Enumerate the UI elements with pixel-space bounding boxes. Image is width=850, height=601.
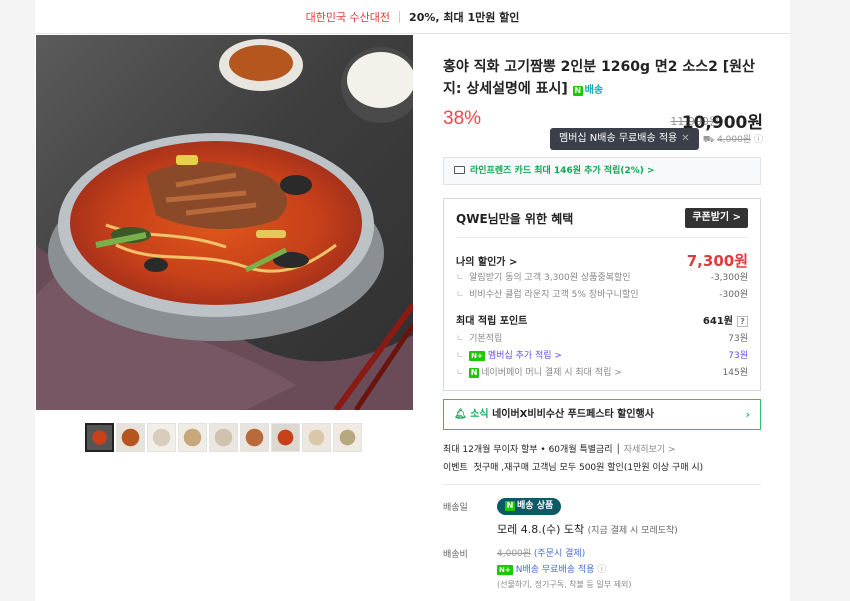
n-delivery-icon: N <box>572 86 583 96</box>
thumbnail[interactable] <box>85 423 114 452</box>
details-link[interactable]: 자세히보기 > <box>624 445 676 455</box>
banner-discount: 20%, 최대 1만원 할인 <box>409 10 520 24</box>
thumbnail[interactable] <box>116 423 145 452</box>
help-icon[interactable]: ? <box>737 316 748 327</box>
truck-icon: ⛟ <box>702 135 715 145</box>
naver-plus-membership-icon: N+ <box>497 565 513 575</box>
chevron-right-icon: › <box>745 408 750 421</box>
discount-item-2: 비비수산 클럽 라운지 고객 5% 장바구니할인 -300원 <box>456 287 748 300</box>
my-discount-row[interactable]: 나의 할인가 > 7,300원 <box>456 250 748 271</box>
banner-event-name: 대한민국 수산대전 <box>305 10 391 24</box>
thumbnail[interactable] <box>302 423 331 452</box>
delivery-date-label: 배송일 <box>443 503 468 513</box>
point-item-membership[interactable]: N+멤버십 추가 적립 > 73원 <box>456 348 748 361</box>
info-icon[interactable]: ⓘ <box>597 565 606 575</box>
credit-card-icon <box>454 166 465 174</box>
installment-info: 최대 12개월 무이자 할부 • 60개월 특별금리 │ 자세히보기 > <box>443 445 676 455</box>
shipping-exclusions: (선물하기, 정기구독, 착불 등 일부 제외) <box>497 580 632 589</box>
info-icon[interactable]: ⓘ <box>754 135 763 145</box>
delivery-tag: N 배송 <box>572 85 604 96</box>
membership-tooltip: 멤버십 N배송 무료배송 적용 ✕ <box>550 128 699 150</box>
jjamppong-bowl-illustration <box>36 39 413 410</box>
divider <box>443 484 761 485</box>
n-delivery-icon: N <box>505 501 515 511</box>
my-discount-price: 7,300원 <box>686 252 748 270</box>
bell-icon: 🔔︎ <box>454 409 467 420</box>
shipping-fee-label: 배송비 <box>443 550 468 560</box>
divider <box>456 237 748 238</box>
event-banner[interactable]: 대한민국 수산대전 20%, 최대 1만원 할인 <box>35 0 790 34</box>
shipping-fee: 4,000원 (주문시 결제) <box>497 549 586 559</box>
thumbnail[interactable] <box>271 423 300 452</box>
point-item-basic: 기본적립 73원 <box>456 331 748 344</box>
naver-plus-icon: N+ <box>469 351 485 361</box>
membership-free-shipping: N+ N배송 무료배송 적용 ⓘ <box>497 565 607 575</box>
product-title: 홍야 직화 고기짬뽕 2인분 1260g 면2 소스2 [원산지: 상세설명에 … <box>443 56 763 102</box>
product-page: 대한민국 수산대전 20%, 최대 1만원 할인 홍야 직화 고기짬뽕 2인분 … <box>35 0 790 601</box>
benefit-heading: QWE님만을 위한 혜택 <box>456 212 574 226</box>
max-points-row: 최대 적립 포인트 641원? <box>456 312 748 327</box>
point-item-naverpay[interactable]: N네이버페이 머니 결제 시 최대 적립 > 145원 <box>456 365 748 378</box>
close-icon[interactable]: ✕ <box>681 133 689 144</box>
coupon-button[interactable]: 쿠폰받기 > <box>685 208 748 228</box>
member-benefit-box: QWE님만을 위한 혜택 쿠폰받기 > 나의 할인가 > 7,300원 알림받기… <box>443 198 761 391</box>
arrival-date: 모레 4.8.(수) 도착 (지금 결제 시 모레도착) <box>497 523 678 536</box>
naver-pay-icon: N <box>469 368 480 378</box>
thumbnail[interactable] <box>147 423 176 452</box>
event-info: 이벤트 첫구매 ,재구매 고객님 모두 500원 할인(1만원 이상 구매 시) <box>443 463 704 473</box>
banner-divider <box>399 10 401 23</box>
delivery-badge: N 배송 상품 <box>497 498 562 515</box>
product-main-image[interactable] <box>36 35 413 410</box>
thumbnail-strip <box>85 423 362 452</box>
discount-item-1: 알림받기 동의 고객 3,300원 상품중복할인 -3,300원 <box>456 270 748 283</box>
thumbnail[interactable] <box>240 423 269 452</box>
shipping-fee-info: ⛟ 4,000원 ⓘ <box>702 135 763 145</box>
thumbnail[interactable] <box>178 423 207 452</box>
thumbnail[interactable] <box>333 423 362 452</box>
card-benefit-banner[interactable]: 라인프렌즈 카드 최대 146원 추가 적립(2%) > <box>443 157 761 185</box>
promo-notice[interactable]: 🔔︎ 소식 네이버X비비수산 푸드페스타 할인행사 › <box>443 399 761 430</box>
discount-rate: 38% <box>443 108 482 129</box>
thumbnail[interactable] <box>209 423 238 452</box>
